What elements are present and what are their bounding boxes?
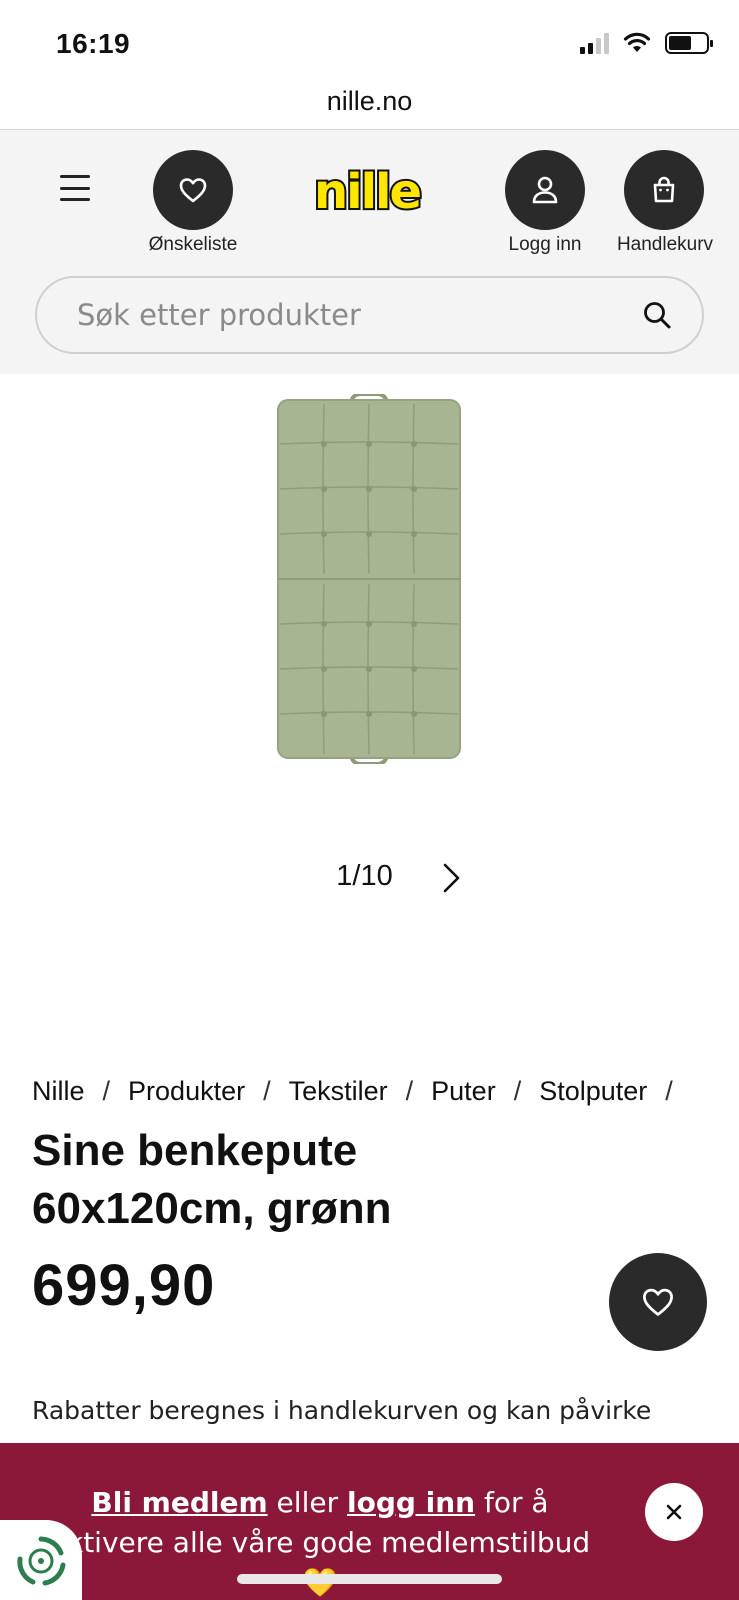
status-bar: 16:19 xyxy=(0,0,739,80)
login-label[interactable]: Logg inn xyxy=(500,234,590,256)
nille-logo[interactable]: nille xyxy=(305,160,430,222)
home-indicator xyxy=(237,1574,502,1584)
add-to-wishlist-button[interactable] xyxy=(609,1253,707,1351)
breadcrumb-item[interactable]: Produkter xyxy=(128,1076,245,1107)
breadcrumb-separator: / xyxy=(513,1076,522,1106)
breadcrumb-separator: / xyxy=(665,1076,673,1106)
login-button[interactable] xyxy=(505,150,585,230)
chevron-right-icon[interactable] xyxy=(438,862,464,894)
battery-icon xyxy=(665,32,713,54)
product-image[interactable] xyxy=(276,394,462,764)
cart-label[interactable]: Handlekurv xyxy=(610,234,720,256)
breadcrumb: Nille / Produkter / Tekstiler / Puter / Stol… xyxy=(32,1076,691,1107)
breadcrumb-separator: / xyxy=(405,1076,414,1106)
image-pager: 1/10 xyxy=(0,860,739,893)
user-icon xyxy=(532,176,558,204)
wishlist-label[interactable]: Ønskeliste xyxy=(145,234,241,256)
search-icon[interactable] xyxy=(642,300,672,330)
heart-icon xyxy=(643,1288,673,1316)
close-icon xyxy=(666,1504,682,1520)
shopping-bag-icon xyxy=(653,176,675,203)
breadcrumb-item[interactable]: Stolputer xyxy=(539,1076,647,1107)
breadcrumb-separator: / xyxy=(102,1076,111,1106)
close-banner-button[interactable] xyxy=(645,1483,703,1541)
breadcrumb-item[interactable]: Puter xyxy=(431,1076,496,1107)
status-icons xyxy=(580,32,713,54)
url-text: nille.no xyxy=(326,86,413,116)
breadcrumb-item[interactable]: Tekstiler xyxy=(289,1076,388,1107)
heart-icon xyxy=(179,178,207,203)
login-link[interactable]: logg inn xyxy=(347,1486,475,1519)
discount-note: Rabatter beregnes i handlekurven og kan … xyxy=(32,1396,652,1425)
address-bar[interactable]: nille.no xyxy=(0,80,739,130)
product-title: Sine benkepute 60x120cm, grønn xyxy=(32,1126,392,1233)
banner-text-or: eller xyxy=(267,1486,347,1519)
search-input[interactable] xyxy=(77,298,642,332)
status-time: 16:19 xyxy=(56,28,131,59)
breadcrumb-separator: / xyxy=(263,1076,271,1106)
svg-text:nille: nille xyxy=(314,164,421,220)
recycle-icon xyxy=(17,1536,66,1586)
breadcrumb-item[interactable]: Nille xyxy=(32,1076,85,1107)
cellular-signal-icon xyxy=(580,32,609,54)
search-bar[interactable] xyxy=(35,276,704,354)
recycle-badge[interactable] xyxy=(0,1520,82,1600)
image-counter: 1/10 xyxy=(336,860,393,892)
join-membership-link[interactable]: Bli medlem xyxy=(91,1486,267,1519)
site-header: Ønskeliste nille Logg inn Handlekurv xyxy=(0,130,739,374)
product-price: 699,90 xyxy=(32,1253,216,1318)
hamburger-menu-icon[interactable] xyxy=(60,175,90,201)
cart-button[interactable] xyxy=(624,150,704,230)
wishlist-button[interactable] xyxy=(153,150,233,230)
wifi-icon xyxy=(623,32,651,52)
